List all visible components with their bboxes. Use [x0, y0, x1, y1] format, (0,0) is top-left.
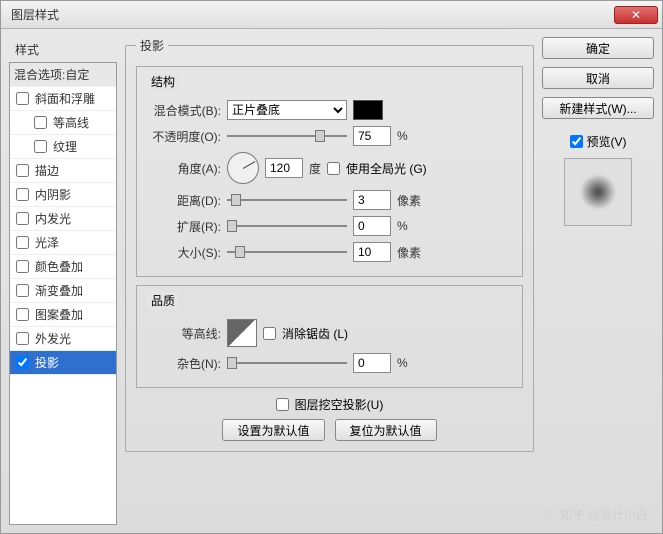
dialog-title: 图层样式	[11, 6, 614, 23]
style-item-checkbox[interactable]	[16, 92, 29, 105]
style-item-checkbox[interactable]	[16, 188, 29, 201]
drop-shadow-group: 投影 结构 混合模式(B): 正片叠底 不透明度(O): %	[125, 37, 534, 452]
style-item[interactable]: 内发光	[10, 207, 116, 231]
style-item-checkbox[interactable]	[34, 140, 47, 153]
style-item[interactable]: 渐变叠加	[10, 279, 116, 303]
distance-label: 距离(D):	[147, 192, 221, 209]
contour-picker[interactable]	[227, 319, 257, 347]
angle-unit: 度	[309, 160, 321, 177]
quality-group: 品质 等高线: 消除锯齿 (L) 杂色(N): %	[136, 285, 523, 388]
right-panel: 确定 取消 新建样式(W)... 预览(V)	[542, 37, 654, 525]
style-item[interactable]: 投影	[10, 351, 116, 375]
opacity-unit: %	[397, 129, 408, 143]
style-item-label: 渐变叠加	[35, 282, 83, 299]
spread-slider[interactable]	[227, 218, 347, 234]
cancel-button[interactable]: 取消	[542, 67, 654, 89]
noise-label: 杂色(N):	[147, 355, 221, 372]
antialias-checkbox[interactable]	[263, 327, 276, 340]
styles-title: 样式	[9, 37, 117, 62]
spread-label: 扩展(R):	[147, 218, 221, 235]
structure-group: 结构 混合模式(B): 正片叠底 不透明度(O): % 角度(A):	[136, 66, 523, 277]
distance-input[interactable]	[353, 190, 391, 210]
angle-input[interactable]	[265, 158, 303, 178]
style-item-checkbox[interactable]	[16, 212, 29, 225]
preview-shadow-icon	[580, 174, 616, 210]
style-item-checkbox[interactable]	[34, 116, 47, 129]
blend-options-header[interactable]: 混合选项:自定	[10, 63, 116, 87]
structure-legend: 结构	[147, 73, 179, 90]
make-default-button[interactable]: 设置为默认值	[222, 419, 324, 441]
style-item-checkbox[interactable]	[16, 164, 29, 177]
preview-label: 预览(V)	[587, 133, 627, 150]
distance-slider[interactable]	[227, 192, 347, 208]
close-icon: ✕	[631, 8, 641, 22]
style-item[interactable]: 斜面和浮雕	[10, 87, 116, 111]
style-item[interactable]: 外发光	[10, 327, 116, 351]
angle-dial[interactable]	[227, 152, 259, 184]
style-item-label: 内阴影	[35, 186, 71, 203]
antialias-label: 消除锯齿 (L)	[282, 325, 348, 342]
style-item-label: 内发光	[35, 210, 71, 227]
styles-panel: 样式 混合选项:自定 斜面和浮雕等高线纹理描边内阴影内发光光泽颜色叠加渐变叠加图…	[9, 37, 117, 525]
blend-mode-select[interactable]: 正片叠底	[227, 100, 347, 120]
noise-slider[interactable]	[227, 355, 347, 371]
opacity-label: 不透明度(O):	[147, 128, 221, 145]
style-item-label: 图案叠加	[35, 306, 83, 323]
style-item-label: 等高线	[53, 114, 89, 131]
new-style-button[interactable]: 新建样式(W)...	[542, 97, 654, 119]
noise-unit: %	[397, 356, 408, 370]
opacity-input[interactable]	[353, 126, 391, 146]
spread-unit: %	[397, 219, 408, 233]
size-slider[interactable]	[227, 244, 347, 260]
style-item-checkbox[interactable]	[16, 260, 29, 273]
section-title: 投影	[136, 37, 168, 54]
style-item[interactable]: 光泽	[10, 231, 116, 255]
size-unit: 像素	[397, 244, 421, 261]
style-item[interactable]: 颜色叠加	[10, 255, 116, 279]
contour-label: 等高线:	[147, 325, 221, 342]
style-item-checkbox[interactable]	[16, 356, 29, 369]
knockout-label: 图层挖空投影(U)	[295, 396, 384, 413]
use-global-light-label: 使用全局光 (G)	[346, 160, 427, 177]
quality-legend: 品质	[147, 292, 179, 309]
angle-label: 角度(A):	[147, 160, 221, 177]
style-item-label: 投影	[35, 354, 59, 371]
layer-style-dialog: 图层样式 ✕ 样式 混合选项:自定 斜面和浮雕等高线纹理描边内阴影内发光光泽颜色…	[0, 0, 663, 534]
style-item-checkbox[interactable]	[16, 332, 29, 345]
style-item[interactable]: 图案叠加	[10, 303, 116, 327]
settings-panel: 投影 结构 混合模式(B): 正片叠底 不透明度(O): %	[125, 37, 534, 525]
ok-button[interactable]: 确定	[542, 37, 654, 59]
use-global-light-checkbox[interactable]	[327, 162, 340, 175]
style-item-label: 颜色叠加	[35, 258, 83, 275]
spread-input[interactable]	[353, 216, 391, 236]
style-item-checkbox[interactable]	[16, 308, 29, 321]
style-item-label: 纹理	[53, 138, 77, 155]
size-input[interactable]	[353, 242, 391, 262]
shadow-color-swatch[interactable]	[353, 100, 383, 120]
style-item-label: 光泽	[35, 234, 59, 251]
close-button[interactable]: ✕	[614, 6, 658, 24]
titlebar: 图层样式 ✕	[1, 1, 662, 29]
distance-unit: 像素	[397, 192, 421, 209]
opacity-slider[interactable]	[227, 128, 347, 144]
knockout-checkbox[interactable]	[276, 398, 289, 411]
style-item[interactable]: 等高线	[10, 111, 116, 135]
style-item[interactable]: 描边	[10, 159, 116, 183]
noise-input[interactable]	[353, 353, 391, 373]
style-item[interactable]: 纹理	[10, 135, 116, 159]
style-item-label: 外发光	[35, 330, 71, 347]
style-item-label: 斜面和浮雕	[35, 90, 95, 107]
style-item-checkbox[interactable]	[16, 236, 29, 249]
preview-thumbnail	[564, 158, 632, 226]
styles-list: 混合选项:自定 斜面和浮雕等高线纹理描边内阴影内发光光泽颜色叠加渐变叠加图案叠加…	[9, 62, 117, 525]
style-item-label: 描边	[35, 162, 59, 179]
size-label: 大小(S):	[147, 244, 221, 261]
reset-default-button[interactable]: 复位为默认值	[335, 419, 437, 441]
style-item-checkbox[interactable]	[16, 284, 29, 297]
preview-checkbox[interactable]	[570, 135, 583, 148]
blend-mode-label: 混合模式(B):	[147, 102, 221, 119]
style-item[interactable]: 内阴影	[10, 183, 116, 207]
